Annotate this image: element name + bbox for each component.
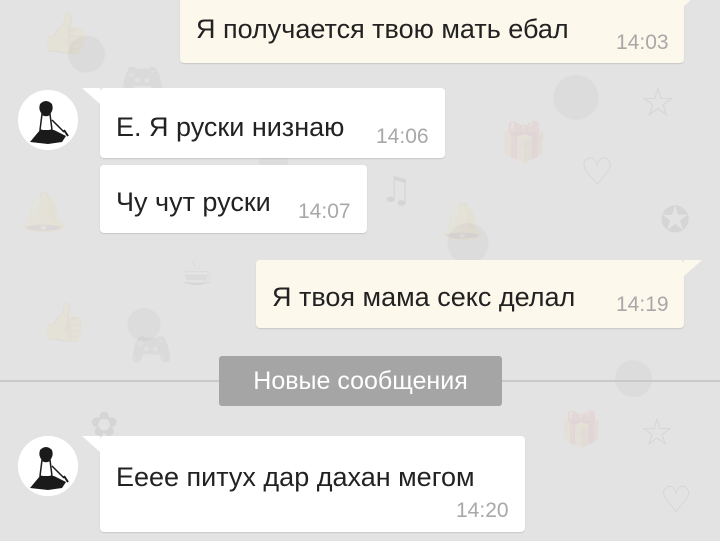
chat-message-area[interactable]: 👍 🎮 ☆ 🎁 ♡ ♫ 🔔 🔔 ✪ ☕ 👍 🎮 ☆ 🎁 ✿ ♡ Я получа… [0,0,720,541]
pattern-badge-icon: ✪ [660,200,691,241]
message-text: Е. Я руски низнаю [116,112,345,142]
person-sitting-avatar-icon [18,436,78,496]
pattern-gift-icon: 🎁 [500,120,548,164]
message-text: Я твоя мама секс делал [272,282,576,312]
message-bubble-outgoing[interactable]: Я получается твою мать ебал 14:03 [180,0,702,63]
message-text: Чу чут руски [116,187,271,217]
message-time: 14:06 [376,125,429,148]
pattern-heart-icon: ♡ [580,150,615,194]
message-bubble-incoming[interactable]: Е. Я руски низнаю 14:06 [82,88,445,158]
message-bubble-incoming[interactable]: Ееее питух дар дахан мегом 14:20 [82,436,525,532]
pattern-cup-icon: ☕ [180,250,215,294]
pattern-thumbs-up-icon: 👍 [40,11,90,57]
pattern-bell-2-icon: 🔔 [440,201,485,242]
message-time: 14:20 [456,499,509,522]
pattern-star-icon: ☆ [640,80,676,126]
pattern-star-2-icon: ☆ [640,410,675,454]
message-bubble-outgoing[interactable]: Я твоя мама секс делал 14:19 [256,260,702,328]
contact-avatar[interactable] [18,90,78,150]
pattern-heart-2-icon: ♡ [660,480,693,521]
pattern-music-icon: ♫ [380,170,413,211]
message-time: 14:03 [616,31,669,54]
message-text: Ееее питух дар дахан мегом [116,462,475,492]
pattern-thumbs-up-2-icon: 👍 [40,300,88,344]
person-sitting-avatar-icon [18,90,78,150]
pattern-gamepad-2-icon: 🎮 [130,330,173,370]
message-time: 14:19 [616,293,669,316]
pattern-gift-2-icon: 🎁 [560,410,603,450]
pattern-bell-icon: 🔔 [20,190,68,234]
new-messages-label: Новые сообщения [219,356,502,406]
contact-avatar[interactable] [18,436,78,496]
message-text: Я получается твою мать ебал [196,14,569,44]
message-bubble-incoming[interactable]: Чу чут руски 14:07 [100,165,367,233]
message-time: 14:07 [298,200,351,223]
